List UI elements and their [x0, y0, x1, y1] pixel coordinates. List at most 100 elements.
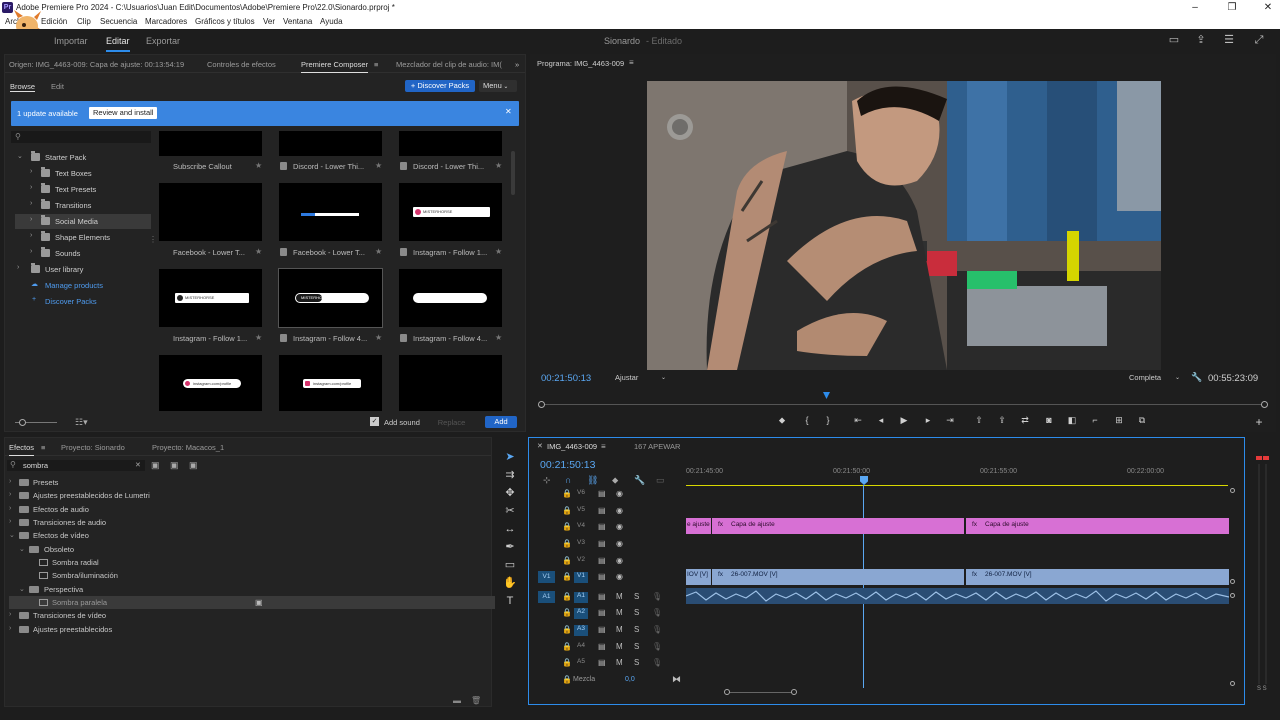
- effects-row-sombra-iluminacion[interactable]: Sombra/iluminación: [9, 569, 495, 582]
- fullscreen-icon[interactable]: ⤢: [1252, 34, 1266, 46]
- slip-tool-icon[interactable]: ↔: [502, 521, 518, 537]
- solo-icon[interactable]: S: [634, 625, 639, 634]
- add-marker-icon[interactable]: ⬥: [612, 475, 618, 486]
- linked-selection-icon[interactable]: ⛓: [587, 475, 598, 486]
- v-scroll-handle[interactable]: [1230, 579, 1235, 584]
- lock-icon[interactable]: 🔒: [562, 625, 572, 634]
- composer-search-input[interactable]: ⚲: [11, 131, 151, 143]
- tab-mezclador-clip[interactable]: Mezclador del clip de audio: IM(: [396, 60, 502, 69]
- go-to-in-icon[interactable]: ⇤: [851, 415, 865, 426]
- clip-video[interactable]: fx 26-007.MOV [V]: [966, 569, 1229, 585]
- effects-row-sombra-radial[interactable]: Sombra radial: [9, 556, 495, 569]
- panel-menu-icon[interactable]: ≡: [41, 443, 45, 452]
- zoom-left-handle[interactable]: [724, 689, 730, 695]
- tab-editar[interactable]: Editar: [106, 36, 130, 52]
- lock-icon[interactable]: 🔒: [562, 506, 572, 515]
- panel-menu-icon[interactable]: ≡: [629, 58, 634, 67]
- discover-packs-button[interactable]: + Discover Packs: [405, 80, 475, 92]
- tree-item-sounds[interactable]: › Sounds: [15, 246, 151, 261]
- tile-thumbnail[interactable]: MISTERHORSE: [159, 269, 262, 327]
- source-patch-v1[interactable]: V1: [538, 571, 555, 583]
- discover-packs-link[interactable]: + Discover Packs: [15, 294, 151, 309]
- effects-row-audio-transitions[interactable]: › Transiciones de audio: [9, 516, 495, 529]
- go-to-out-icon[interactable]: ⇥: [943, 415, 957, 426]
- effects-row-presets[interactable]: › Presets: [9, 476, 495, 489]
- step-forward-icon[interactable]: ▸: [921, 415, 935, 426]
- star-icon[interactable]: ★: [375, 161, 382, 170]
- timeline-playhead-handle[interactable]: [860, 476, 868, 485]
- workspaces-icon[interactable]: ▭: [1167, 34, 1181, 46]
- lock-icon[interactable]: 🔒: [562, 522, 572, 531]
- mic-icon[interactable]: 🎙: [652, 592, 662, 601]
- mute-icon[interactable]: M: [616, 625, 623, 634]
- add-button[interactable]: Add: [485, 416, 517, 428]
- tab-importar[interactable]: Importar: [54, 36, 88, 46]
- tile-thumbnail[interactable]: instagram.com/profile: [279, 355, 382, 411]
- solo-icon[interactable]: S: [634, 608, 639, 617]
- pen-tool-icon[interactable]: ✒: [502, 539, 518, 555]
- mark-out-icon[interactable]: }: [821, 415, 835, 425]
- lock-icon[interactable]: 🔒: [562, 592, 572, 601]
- star-icon[interactable]: ★: [255, 333, 262, 342]
- sync-lock-icon[interactable]: ▤: [598, 539, 606, 548]
- close-icon[interactable]: ✕: [1257, 1, 1279, 14]
- program-timecode[interactable]: 00:21:50:13: [541, 373, 591, 384]
- mic-icon[interactable]: 🎙: [652, 608, 662, 617]
- star-icon[interactable]: ★: [495, 247, 502, 256]
- zoom-right-handle[interactable]: [791, 689, 797, 695]
- tab-controles-efectos[interactable]: Controles de efectos: [207, 60, 276, 69]
- lock-icon[interactable]: 🔒: [562, 658, 572, 667]
- solo-icon[interactable]: S: [634, 642, 639, 651]
- menu-ventana[interactable]: Ventana: [283, 17, 312, 26]
- tab-browse[interactable]: Browse: [10, 82, 36, 92]
- effects-row-presets-2[interactable]: › Ajustes preestablecidos: [9, 623, 495, 636]
- tile-thumbnail[interactable]: [279, 131, 382, 156]
- tile-thumbnail[interactable]: [159, 183, 262, 241]
- sync-lock-icon[interactable]: ▤: [598, 506, 606, 515]
- clip-video[interactable]: IOV [V]: [686, 569, 711, 585]
- clear-search-icon[interactable]: ✕: [135, 461, 141, 469]
- maximize-icon[interactable]: ❐: [1221, 1, 1243, 14]
- a-scroll-handle[interactable]: [1230, 593, 1235, 598]
- lock-icon[interactable]: 🔒: [562, 675, 572, 684]
- rectangle-tool-icon[interactable]: ▭: [502, 557, 518, 573]
- clip-adjustment-layer[interactable]: fx Capa de ajuste: [966, 518, 1229, 534]
- quality-dropdown[interactable]: Completa ⌄: [1126, 372, 1182, 384]
- new-bin-icon[interactable]: ▬: [453, 696, 461, 705]
- tile-thumbnail[interactable]: MISTERHORSE: [399, 183, 502, 241]
- minimize-icon[interactable]: –: [1184, 1, 1206, 14]
- tile-thumbnail[interactable]: [399, 355, 502, 411]
- eye-icon[interactable]: ◉: [616, 489, 623, 498]
- menu-ayuda[interactable]: Ayuda: [320, 17, 343, 26]
- mic-icon[interactable]: 🎙: [652, 658, 662, 667]
- tab-proyecto-sionardo[interactable]: Proyecto: Sionardo: [61, 443, 125, 452]
- lift-icon[interactable]: ⇧: [972, 415, 986, 426]
- mic-icon[interactable]: 🎙: [652, 625, 662, 634]
- lock-icon[interactable]: 🔒: [562, 572, 572, 581]
- solo-icon[interactable]: S: [634, 592, 639, 601]
- sync-lock-icon[interactable]: ▤: [598, 556, 606, 565]
- wrench-icon[interactable]: 🔧: [1191, 372, 1202, 383]
- effects-row-lumetri[interactable]: › Ajustes preestablecidos de Lumetri: [9, 489, 495, 502]
- comparison-view-icon[interactable]: ◧: [1065, 415, 1079, 426]
- yuv-effects-icon[interactable]: ▣: [189, 460, 198, 471]
- tile-thumbnail[interactable]: MISTERHORSE: [278, 268, 383, 328]
- eye-icon[interactable]: ◉: [616, 539, 623, 548]
- tiles-scrollbar[interactable]: [511, 151, 515, 195]
- add-button-icon[interactable]: +: [1252, 415, 1266, 429]
- mute-icon[interactable]: M: [616, 592, 623, 601]
- menu-marcadores[interactable]: Marcadores: [145, 17, 187, 26]
- effects-row-video-transitions[interactable]: › Transiciones de vídeo: [9, 609, 495, 622]
- camera-icon[interactable]: ◙: [1042, 415, 1056, 425]
- zoom-slider-handle[interactable]: [19, 419, 26, 426]
- mute-icon[interactable]: M: [616, 608, 623, 617]
- effects-row-obsoleto[interactable]: ⌄ Obsoleto: [9, 543, 495, 556]
- tree-item-social-media[interactable]: › Social Media: [15, 214, 151, 229]
- extract-icon[interactable]: ⇪: [995, 415, 1009, 426]
- panel-menu-icon[interactable]: ≡: [601, 442, 606, 451]
- menu-dropdown[interactable]: Menu ⌄: [479, 80, 517, 92]
- sync-lock-icon[interactable]: ▤: [598, 592, 606, 601]
- tile-thumbnail[interactable]: [399, 131, 502, 156]
- mute-icon[interactable]: M: [616, 658, 623, 667]
- tree-item-starter-pack[interactable]: ⌄ Starter Pack: [15, 150, 151, 165]
